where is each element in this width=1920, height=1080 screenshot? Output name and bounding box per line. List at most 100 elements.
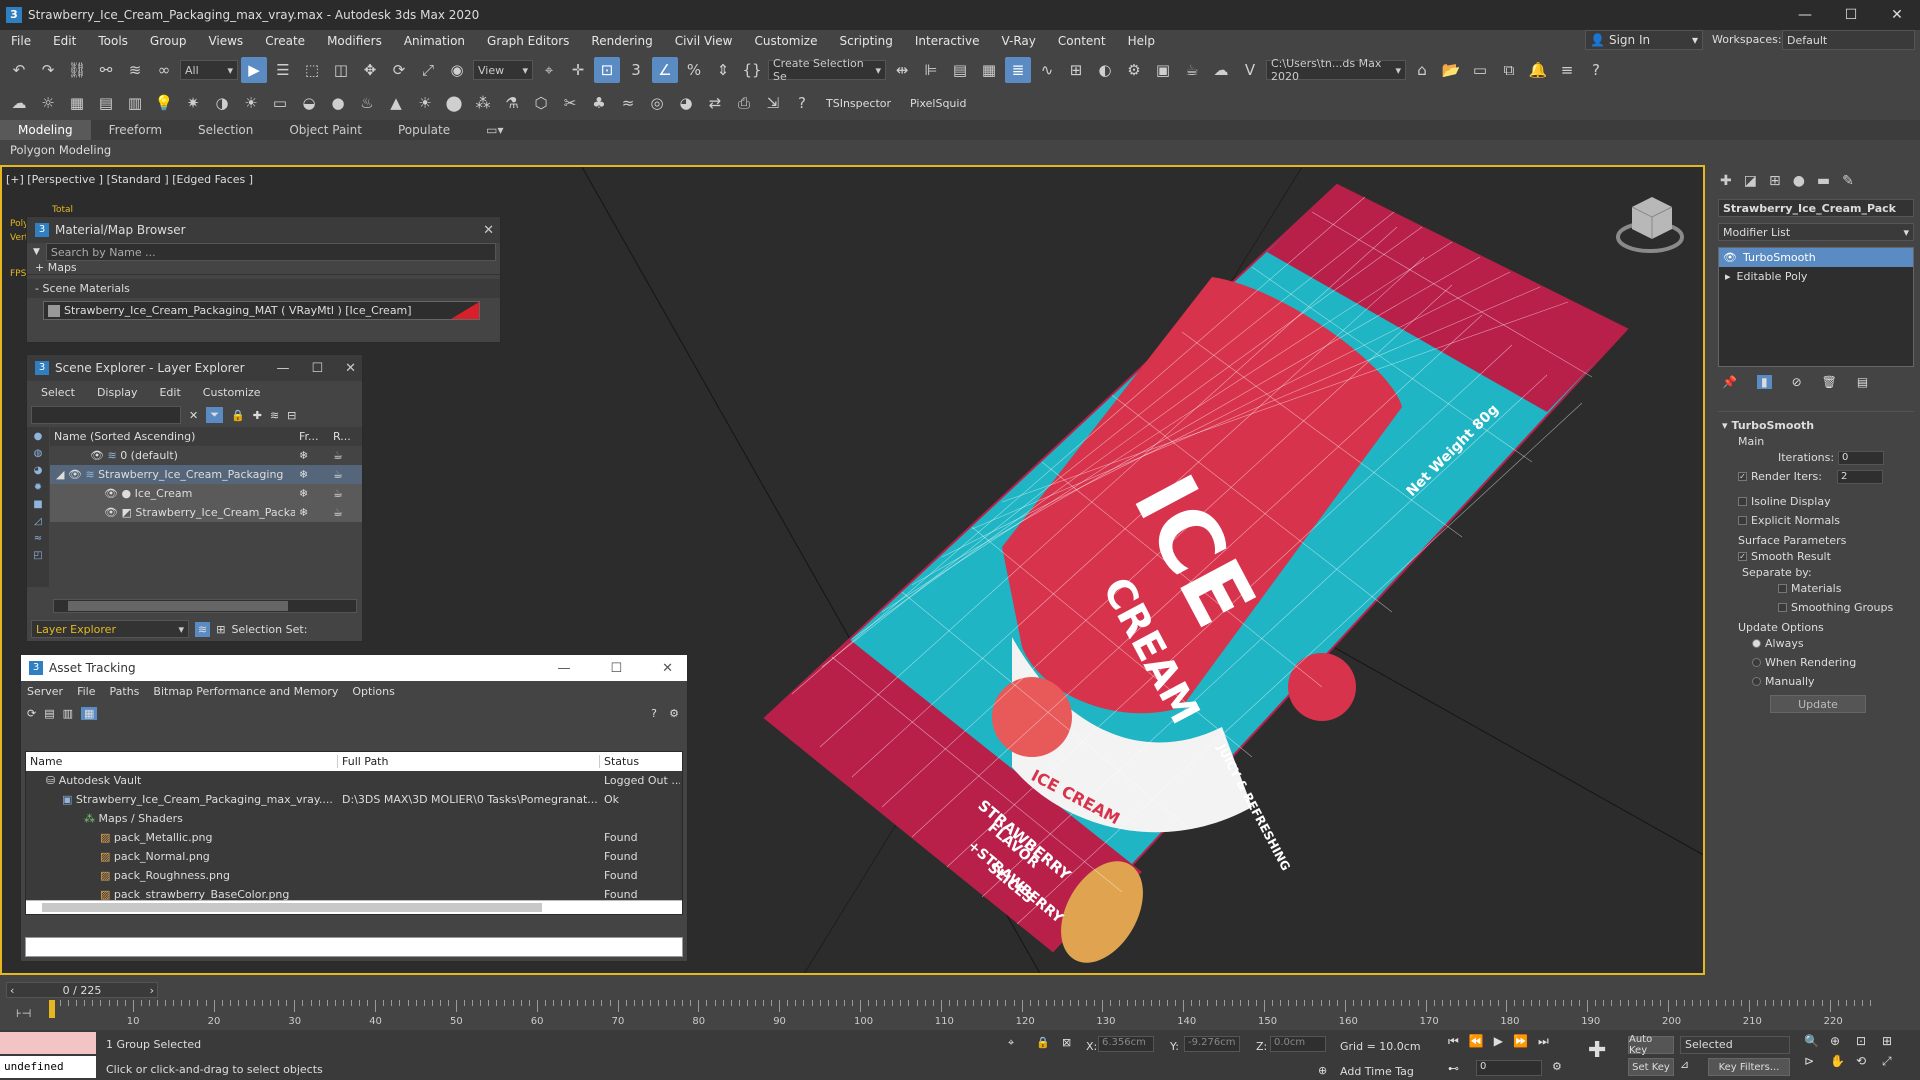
vray-light-icon[interactable]: ☼ bbox=[35, 90, 61, 116]
render-teapot-icon[interactable]: ☕ bbox=[329, 487, 359, 500]
explorer-type-dropdown[interactable]: Layer Explorer ▾ bbox=[31, 620, 189, 638]
expand-icon[interactable]: ▸ bbox=[1725, 270, 1731, 283]
menu-file[interactable]: File bbox=[77, 685, 95, 698]
vray-plant-icon[interactable]: ♣ bbox=[586, 90, 612, 116]
time-slider-head[interactable] bbox=[49, 1000, 55, 1018]
menu-graph-editors[interactable]: Graph Editors bbox=[476, 34, 580, 48]
table-row[interactable]: ▣ Strawberry_Ice_Cream_Packaging_max_vra… bbox=[26, 790, 682, 809]
smoothing-groups-checkbox[interactable] bbox=[1778, 603, 1787, 612]
material-item[interactable]: Strawberry_Ice_Cream_Packaging_MAT ( VRa… bbox=[43, 301, 480, 320]
bind-spacewarp-icon[interactable]: ≋ bbox=[122, 57, 148, 83]
maximize-icon[interactable]: ☐ bbox=[311, 361, 323, 376]
zoom-icon[interactable]: 🔍 bbox=[1804, 1034, 1830, 1048]
chevron-left-icon[interactable]: ‹ bbox=[10, 984, 14, 997]
vray-ies-icon[interactable]: ✷ bbox=[180, 90, 206, 116]
viewcube-icon[interactable] bbox=[1616, 197, 1684, 253]
maximize-icon[interactable]: ☐ bbox=[610, 661, 622, 676]
menu-server[interactable]: Server bbox=[27, 685, 63, 698]
menu-views[interactable]: Views bbox=[197, 34, 254, 48]
vray-physics-icon[interactable]: ⚗ bbox=[499, 90, 525, 116]
named-selection-dropdown[interactable]: Create Selection Se ▾ bbox=[768, 57, 886, 83]
tab-modeling[interactable]: Modeling bbox=[0, 120, 91, 140]
tab-freeform[interactable]: Freeform bbox=[91, 120, 180, 140]
vray-hair-icon[interactable]: ≈ bbox=[615, 90, 641, 116]
configure-sets-icon[interactable]: ▤ bbox=[1857, 375, 1868, 389]
freeze-icon[interactable]: ❄ bbox=[295, 506, 329, 519]
render-setup-icon[interactable]: ⚙ bbox=[1121, 57, 1147, 83]
create-tab-icon[interactable]: ✚ bbox=[1720, 173, 1732, 189]
eye-icon[interactable]: 👁 bbox=[90, 449, 104, 462]
move-icon[interactable]: ✥ bbox=[357, 57, 383, 83]
maxscript-listener-icon[interactable]: ≡ bbox=[1554, 57, 1580, 83]
curve-editor-mini-icon[interactable]: ⊦⊣ bbox=[16, 1007, 31, 1020]
eye-icon[interactable]: 👁 bbox=[104, 487, 118, 500]
vray-sunlight-icon[interactable]: ☀ bbox=[412, 90, 438, 116]
minimize-button[interactable]: — bbox=[1782, 0, 1828, 30]
collapse-icon[interactable]: ◢ bbox=[56, 468, 64, 481]
select-and-link-icon[interactable]: ⛓ bbox=[64, 57, 90, 83]
eye-icon[interactable]: 👁 bbox=[104, 506, 118, 519]
refresh-icon[interactable]: ⟳ bbox=[27, 707, 36, 720]
isolate-icon[interactable]: ⌖ bbox=[1008, 1036, 1014, 1050]
asset-tracking-titlebar[interactable]: 3 Asset Tracking — ☐ ✕ bbox=[21, 655, 687, 681]
menu-options[interactable]: Options bbox=[352, 685, 394, 698]
tree-row[interactable]: 👁 ● Ice_Cream ❄ ☕ bbox=[50, 484, 362, 503]
rollout-header[interactable]: ▾ TurboSmooth bbox=[1718, 416, 1914, 435]
render-cloud-icon[interactable]: ☁ bbox=[1208, 57, 1234, 83]
y-coordinate[interactable]: -9.276cm bbox=[1184, 1036, 1240, 1052]
z-coordinate[interactable]: 0.0cm bbox=[1270, 1036, 1326, 1052]
notification-icon[interactable]: 🔔 bbox=[1525, 57, 1551, 83]
set-key-big-icon[interactable]: ✚ bbox=[1588, 1038, 1606, 1063]
edit-named-selection-icon[interactable]: {} bbox=[739, 57, 765, 83]
current-frame-field[interactable]: 0 bbox=[1476, 1060, 1542, 1076]
help-icon[interactable]: ? bbox=[1583, 57, 1609, 83]
menu-content[interactable]: Content bbox=[1047, 34, 1117, 48]
next-frame-icon[interactable]: ⏩ bbox=[1513, 1034, 1528, 1049]
layer-manager-icon[interactable]: ▤ bbox=[947, 57, 973, 83]
display-helpers-icon[interactable]: ◿ bbox=[34, 516, 42, 527]
menu-customize[interactable]: Customize bbox=[743, 34, 828, 48]
vray-lister-icon[interactable]: ▦ bbox=[64, 90, 90, 116]
keyboard-shortcut-override-icon[interactable]: ⊡ bbox=[594, 57, 620, 83]
open-project-icon[interactable]: 📂 bbox=[1438, 57, 1464, 83]
vray-lamp-icon[interactable]: 💡 bbox=[151, 90, 177, 116]
scene-search-input[interactable] bbox=[31, 406, 181, 424]
display-geometry-icon[interactable]: ◍ bbox=[34, 448, 43, 459]
render-icon[interactable]: ☕ bbox=[1179, 57, 1205, 83]
material-search-input[interactable]: Search by Name ... bbox=[45, 243, 496, 261]
make-unique-icon[interactable]: ⊘ bbox=[1792, 375, 1802, 389]
tab-populate[interactable]: Populate bbox=[380, 120, 468, 140]
menu-interactive[interactable]: Interactive bbox=[904, 34, 991, 48]
utilities-tab-icon[interactable]: ✎ bbox=[1842, 173, 1854, 189]
column-render[interactable]: R... bbox=[329, 430, 359, 443]
render-iters-checkbox[interactable]: ✓ bbox=[1738, 472, 1747, 481]
menu-create[interactable]: Create bbox=[254, 34, 316, 48]
select-object-icon[interactable]: ▶ bbox=[241, 57, 267, 83]
vray-sphere-icon[interactable]: ● bbox=[325, 90, 351, 116]
clear-search-icon[interactable]: ✕ bbox=[189, 409, 198, 422]
fov-icon[interactable]: ⊳ bbox=[1804, 1054, 1830, 1069]
menu-help[interactable]: Help bbox=[1117, 34, 1166, 48]
vray-fur-icon[interactable]: ♨ bbox=[354, 90, 380, 116]
vray-sun-icon[interactable]: ☀ bbox=[238, 90, 264, 116]
detail-view-icon[interactable]: ▥ bbox=[63, 707, 73, 720]
layers-icon[interactable]: ≋ bbox=[270, 409, 279, 422]
vray-help-icon[interactable]: ? bbox=[789, 90, 815, 116]
table-row[interactable]: ⛁ Autodesk Vault Logged Out ... bbox=[26, 771, 682, 790]
zoom-extents-all-icon[interactable]: ⊞ bbox=[1882, 1034, 1908, 1048]
layer-explorer-icon[interactable]: ≋ bbox=[195, 621, 211, 637]
scene-explorer-icon[interactable]: ≣ bbox=[1005, 57, 1031, 83]
material-browser-titlebar[interactable]: 3 Material/Map Browser ✕ bbox=[27, 217, 500, 243]
vray-clipper-icon[interactable]: ✂ bbox=[557, 90, 583, 116]
menu-customize[interactable]: Customize bbox=[203, 386, 261, 399]
pan-icon[interactable]: ✋ bbox=[1830, 1054, 1856, 1069]
column-status[interactable]: Status bbox=[600, 755, 680, 768]
minimize-icon[interactable]: — bbox=[557, 661, 570, 676]
track-bar[interactable]: 10 20 30 40 50 60 70 80 90 100 110 120 130 140 150 160 1… bbox=[49, 1000, 1871, 1028]
menu-rendering[interactable]: Rendering bbox=[580, 34, 663, 48]
display-spacewarps-icon[interactable]: ≈ bbox=[34, 533, 42, 544]
link-icon[interactable]: ∞ bbox=[151, 57, 177, 83]
x-coordinate[interactable]: 6.356cm bbox=[1098, 1036, 1154, 1052]
menu-modifiers[interactable]: Modifiers bbox=[316, 34, 393, 48]
display-tab-icon[interactable]: ▬ bbox=[1817, 173, 1830, 189]
